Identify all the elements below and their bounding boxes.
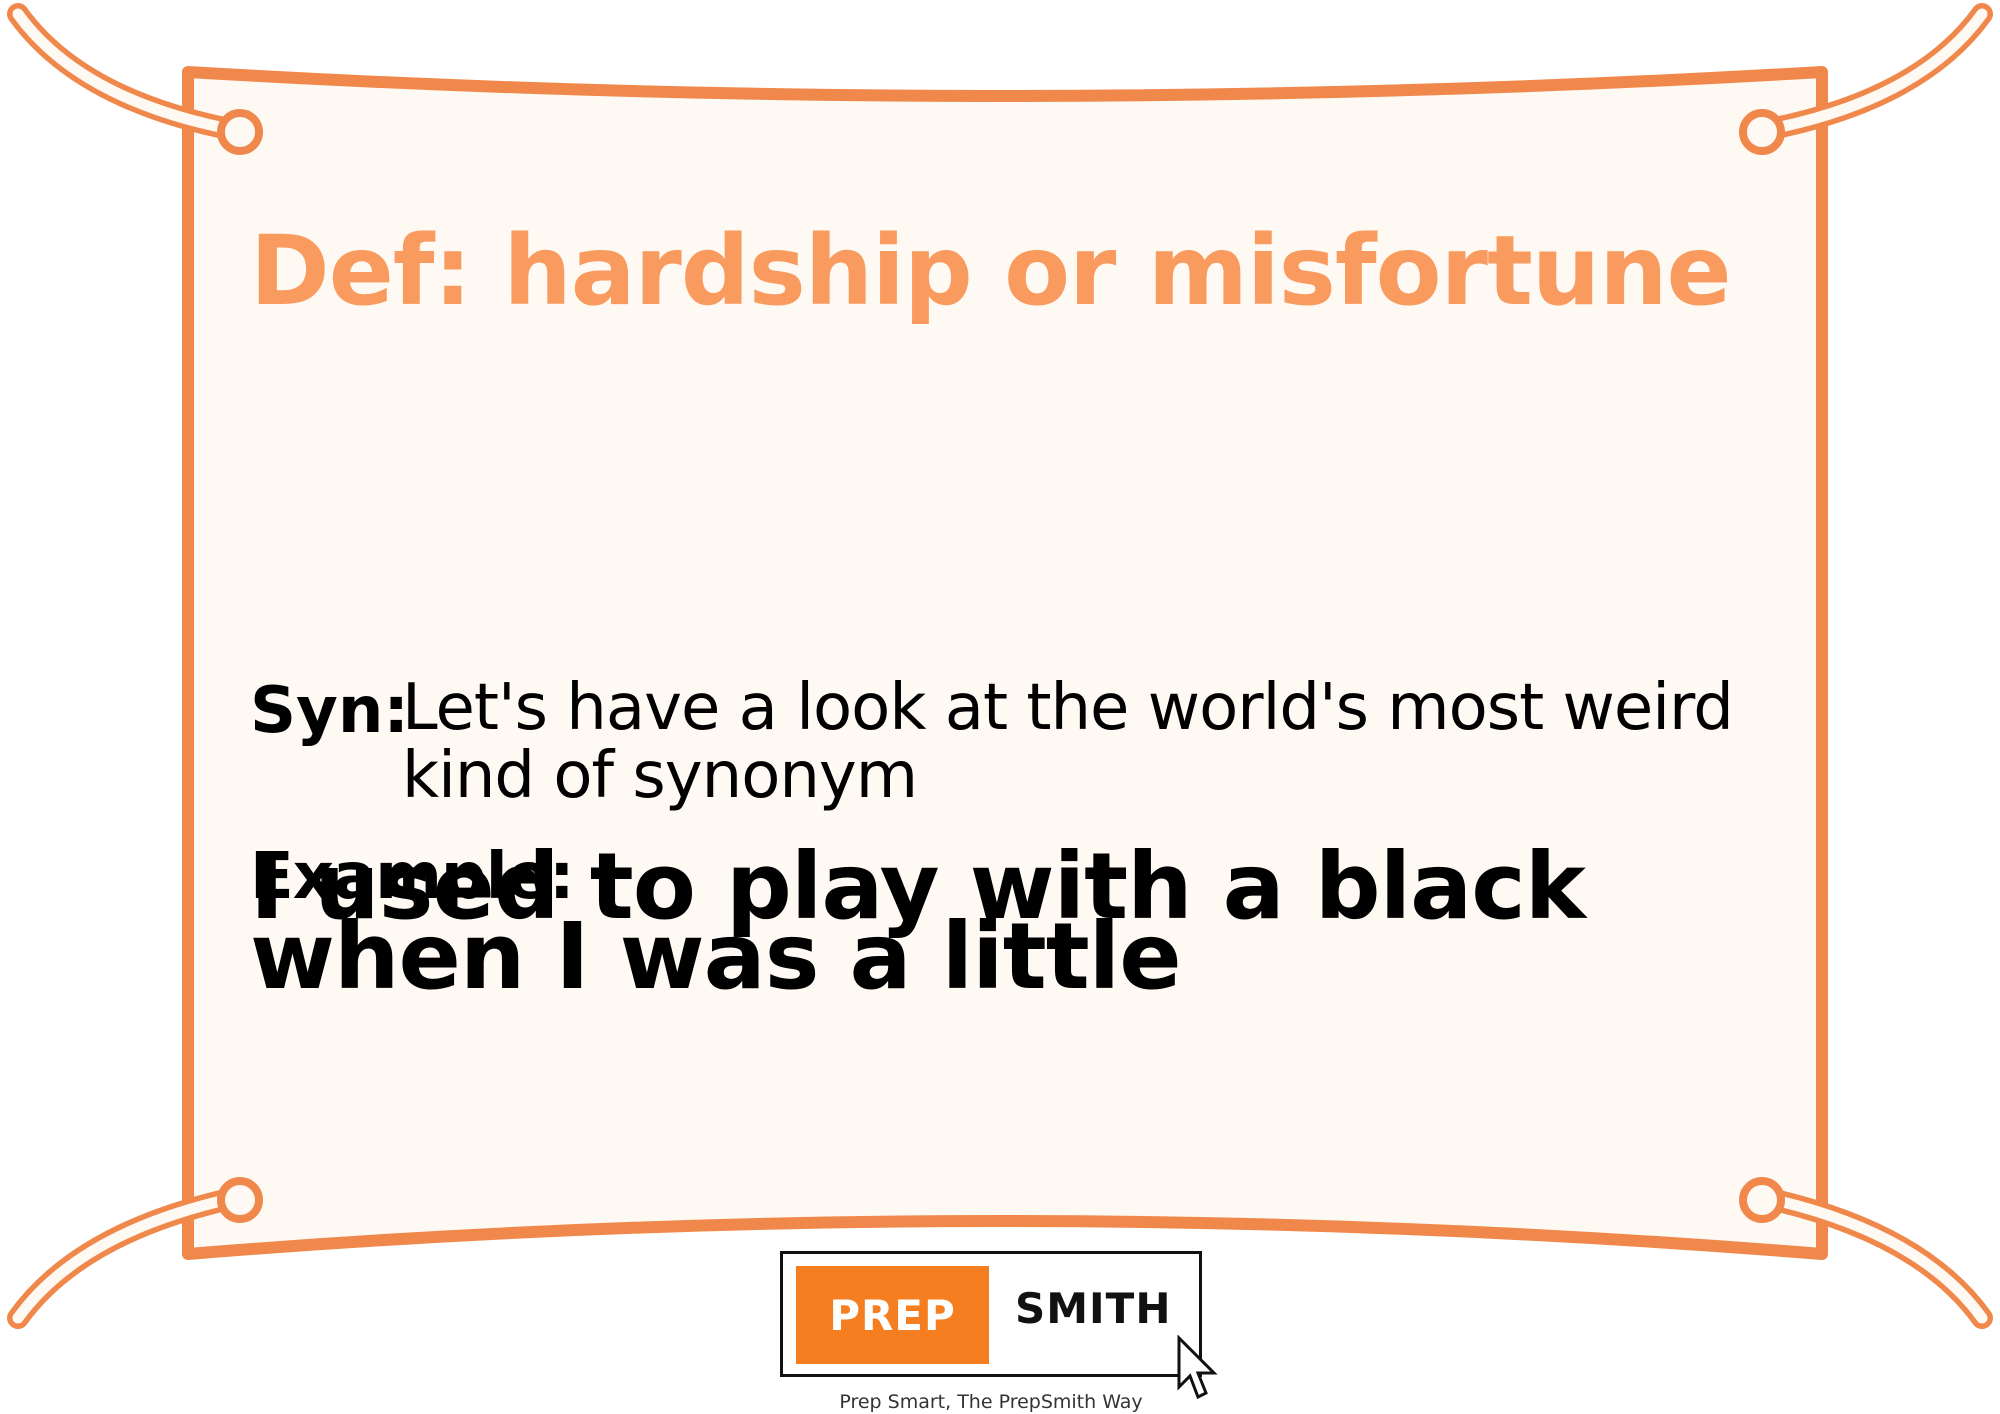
example-text: I used to play with a black when I was a… bbox=[250, 833, 1586, 1010]
grommet-bottom-right bbox=[1739, 1177, 1785, 1223]
definition-title: Def: hardship or misfortune bbox=[250, 215, 1732, 327]
prepsmith-logo: PREP SMITH bbox=[780, 1251, 1202, 1377]
logo-smith-text: SMITH bbox=[1015, 1284, 1172, 1333]
grommet-top-right bbox=[1739, 109, 1785, 155]
synonym-label: Syn: bbox=[250, 674, 409, 748]
logo-prep-block: PREP bbox=[796, 1266, 989, 1364]
grommet-bottom-left bbox=[217, 1177, 263, 1223]
logo-tagline: Prep Smart, The PrepSmith Way bbox=[839, 1391, 1143, 1413]
grommet-top-left bbox=[217, 109, 263, 155]
synonym-text: Let's have a look at the world's most we… bbox=[402, 671, 1734, 813]
